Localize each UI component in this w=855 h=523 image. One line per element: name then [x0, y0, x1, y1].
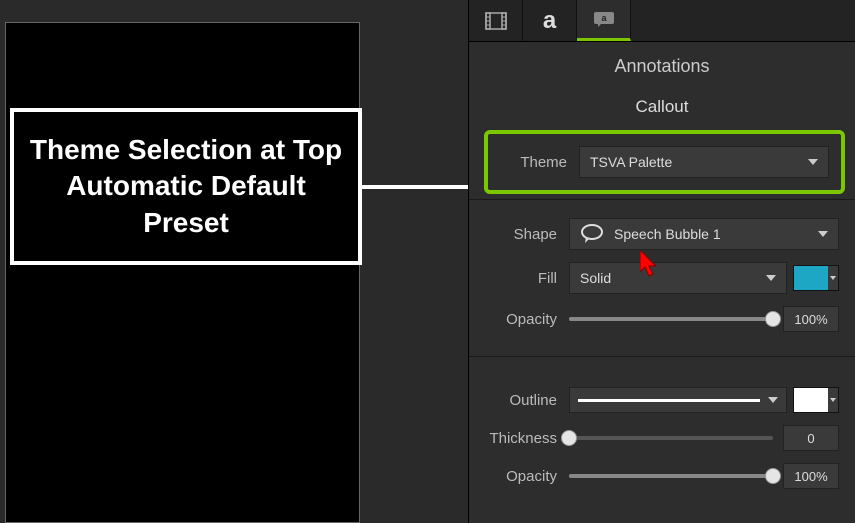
canvas-area: Theme Selection at Top Automatic Default…: [0, 0, 468, 523]
fill-opacity-label: Opacity: [469, 311, 569, 328]
text-a-icon: a: [543, 7, 556, 35]
tab-annotations[interactable]: a: [577, 0, 631, 41]
theme-label: Theme: [479, 154, 579, 171]
film-icon: [485, 12, 507, 30]
fill-opacity-slider[interactable]: [569, 317, 773, 321]
theme-dropdown[interactable]: TSVA Palette: [579, 146, 829, 178]
fill-opacity-value[interactable]: 100%: [783, 306, 839, 332]
fill-label: Fill: [469, 270, 569, 287]
properties-panel: a a Annotations Callout Theme TSVA Palet…: [468, 0, 855, 523]
fill-type-dropdown[interactable]: Solid: [569, 262, 787, 294]
chevron-down-icon: [768, 397, 778, 403]
fill-value: Solid: [580, 270, 611, 286]
tab-bar: a a: [469, 0, 855, 42]
slider-thumb[interactable]: [765, 468, 781, 484]
section-title: Callout: [469, 87, 855, 125]
annotation-icon: a: [592, 10, 616, 28]
theme-section: Theme TSVA Palette: [469, 125, 855, 200]
callout-annotation[interactable]: Theme Selection at Top Automatic Default…: [10, 108, 362, 265]
outline-style-dropdown[interactable]: [569, 387, 787, 413]
outline-opacity-slider[interactable]: [569, 474, 773, 478]
panel-title: Annotations: [469, 42, 855, 87]
thickness-slider[interactable]: [569, 436, 773, 440]
slider-thumb[interactable]: [765, 311, 781, 327]
tab-media[interactable]: [469, 0, 523, 41]
slider-thumb[interactable]: [561, 430, 577, 446]
canvas[interactable]: [5, 22, 360, 523]
outline-opacity-label: Opacity: [469, 468, 569, 485]
outline-color-swatch[interactable]: [793, 387, 839, 413]
tab-text[interactable]: a: [523, 0, 577, 41]
speech-bubble-icon: [580, 224, 604, 244]
outline-opacity-value[interactable]: 100%: [783, 463, 839, 489]
shape-value: Speech Bubble 1: [614, 226, 721, 242]
chevron-down-icon: [808, 159, 818, 165]
theme-value: TSVA Palette: [590, 154, 672, 170]
chevron-down-icon: [766, 275, 776, 281]
thickness-value[interactable]: 0: [783, 425, 839, 451]
callout-text[interactable]: Theme Selection at Top Automatic Default…: [24, 132, 348, 241]
shape-dropdown[interactable]: Speech Bubble 1: [569, 218, 839, 250]
fill-color-swatch[interactable]: [793, 265, 839, 291]
thickness-label: Thickness: [469, 430, 569, 447]
outline-label: Outline: [469, 392, 569, 409]
shape-label: Shape: [469, 226, 569, 243]
chevron-down-icon: [818, 231, 828, 237]
